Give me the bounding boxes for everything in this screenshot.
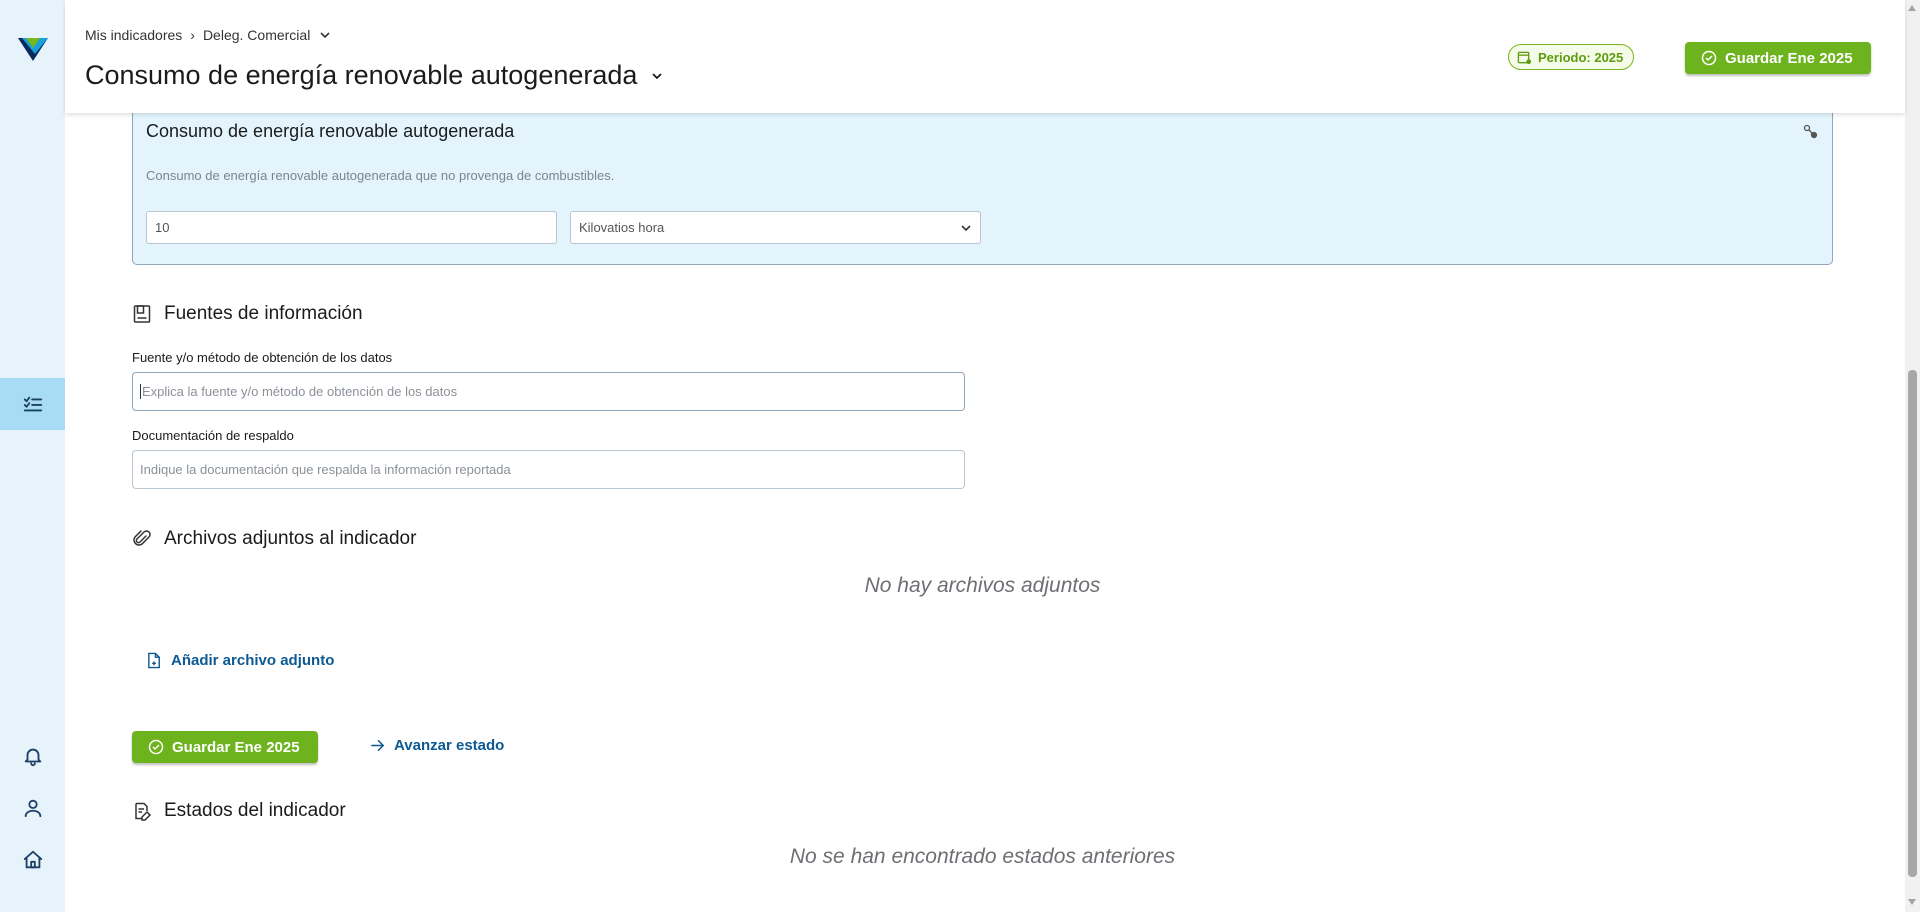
- docs-placeholder: Indique la documentación que respalda la…: [140, 462, 511, 477]
- indicator-description: Consumo de energía renovable autogenerad…: [146, 168, 615, 183]
- add-attachment-link[interactable]: Añadir archivo adjunto: [146, 652, 334, 669]
- page-title[interactable]: Consumo de energía renovable autogenerad…: [85, 60, 663, 91]
- attachments-section-title: Archivos adjuntos al indicador: [132, 528, 416, 550]
- states-title: Estados del indicador: [164, 800, 346, 821]
- docs-label: Documentación de respaldo: [132, 428, 294, 443]
- value-input-text: 10: [155, 220, 170, 235]
- attachments-empty-message: No hay archivos adjuntos: [864, 574, 1101, 597]
- scroll-down-arrow-icon[interactable]: [1908, 899, 1916, 905]
- save-button-bottom[interactable]: Guardar Ene 2025: [132, 731, 318, 763]
- calendar-icon: [1517, 51, 1532, 64]
- unit-select-value: Kilovatios hora: [579, 220, 665, 235]
- sidebar: [0, 0, 65, 912]
- home-icon: [23, 850, 42, 869]
- sources-section-title: Fuentes de información: [132, 303, 363, 325]
- breadcrumb-current[interactable]: Deleg. Comercial: [203, 27, 310, 43]
- user-icon: [24, 799, 41, 818]
- page-header: Mis indicadores › Deleg. Comercial Consu…: [65, 0, 1905, 113]
- chevron-down-icon[interactable]: [318, 28, 332, 42]
- main-content: Consumo de energía renovable autogenerad…: [65, 113, 1905, 912]
- sidebar-item-profile[interactable]: [0, 782, 65, 834]
- unit-select[interactable]: Kilovatios hora: [570, 211, 981, 244]
- advance-state-label: Avanzar estado: [394, 737, 505, 754]
- chevron-down-icon[interactable]: [651, 70, 663, 82]
- text-caret: [140, 384, 141, 399]
- period-label: Periodo: 2025: [1538, 49, 1624, 65]
- bell-icon: [24, 748, 41, 767]
- attachments-title: Archivos adjuntos al indicador: [164, 528, 417, 549]
- scrollbar[interactable]: [1905, 0, 1920, 912]
- formula-icon[interactable]: [1802, 123, 1818, 139]
- indicator-title: Consumo de energía renovable autogenerad…: [146, 121, 515, 141]
- sidebar-item-notifications[interactable]: [0, 730, 65, 782]
- scroll-up-arrow-icon[interactable]: [1908, 5, 1916, 11]
- sidebar-item-home[interactable]: [0, 834, 65, 886]
- check-circle-icon: [1701, 50, 1717, 66]
- paperclip-icon: [133, 530, 151, 546]
- checklist-icon: [23, 396, 42, 412]
- value-input[interactable]: 10: [146, 211, 557, 244]
- save-button-label: Guardar Ene 2025: [1725, 49, 1853, 67]
- book-icon: [133, 305, 151, 323]
- states-section-title: Estados del indicador: [132, 800, 346, 822]
- states-empty-message: No se han encontrado estados anteriores: [789, 845, 1176, 868]
- breadcrumb: Mis indicadores › Deleg. Comercial: [85, 27, 332, 43]
- chevron-right-icon: ›: [190, 27, 195, 43]
- breadcrumb-root[interactable]: Mis indicadores: [85, 27, 182, 43]
- add-attachment-label: Añadir archivo adjunto: [171, 652, 335, 669]
- method-placeholder: Explica la fuente y/o método de obtenció…: [142, 384, 458, 399]
- page-title-text: Consumo de energía renovable autogenerad…: [85, 60, 638, 90]
- chevron-down-icon: [961, 224, 971, 231]
- docs-input[interactable]: Indique la documentación que respalda la…: [132, 450, 965, 489]
- save-button-bottom-label: Guardar Ene 2025: [172, 738, 300, 756]
- check-circle-icon: [148, 739, 164, 755]
- arrow-right-icon: [371, 740, 385, 751]
- scrollbar-thumb[interactable]: [1908, 370, 1917, 877]
- brand-logo-icon[interactable]: [18, 34, 48, 64]
- file-plus-icon: [148, 652, 160, 669]
- edit-document-icon: [135, 802, 152, 821]
- sidebar-item-tasks[interactable]: [0, 378, 65, 430]
- save-button[interactable]: Guardar Ene 2025: [1685, 42, 1871, 74]
- method-label: Fuente y/o método de obtención de los da…: [132, 350, 393, 365]
- sources-title: Fuentes de información: [164, 303, 363, 324]
- advance-state-link[interactable]: Avanzar estado: [369, 737, 504, 754]
- method-input[interactable]: Explica la fuente y/o método de obtenció…: [132, 372, 965, 411]
- period-selector[interactable]: Periodo: 2025: [1508, 44, 1635, 70]
- indicator-card: Consumo de energía renovable autogenerad…: [132, 113, 1833, 265]
